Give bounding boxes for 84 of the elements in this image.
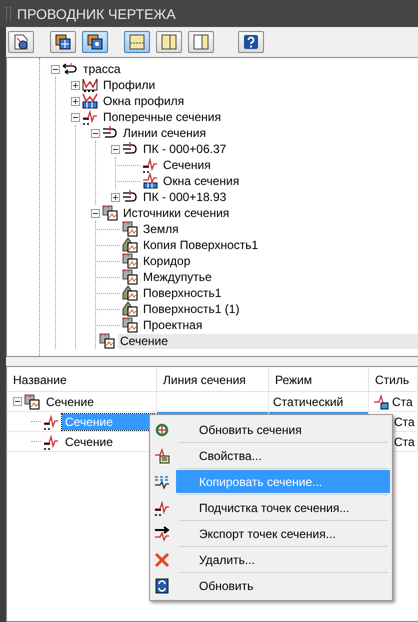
list-item[interactable]: Сечение: [62, 434, 116, 450]
horizontal-split-icon: [128, 34, 144, 50]
section-view-icon: [142, 173, 158, 189]
menu-item[interactable]: Экспорт точек сечения...: [176, 522, 390, 545]
tree-item[interactable]: Окна профиля: [101, 94, 186, 108]
column-header[interactable]: Линия сечения: [157, 369, 269, 391]
column-header[interactable]: Название: [7, 369, 157, 391]
section-icon: [82, 109, 98, 125]
source-icon: [122, 253, 138, 269]
table-cell: Ста: [392, 394, 413, 408]
drawing-icon: [12, 34, 28, 50]
tree-item[interactable]: Междупутье: [141, 270, 214, 284]
alignment-icon: [62, 61, 78, 77]
update-icon: [154, 578, 170, 594]
collapse-toggle[interactable]: [51, 64, 60, 74]
tree-item[interactable]: Проектная: [141, 318, 204, 332]
tree-item[interactable]: Копия Поверхность1: [141, 238, 260, 252]
delete-icon: [154, 552, 170, 568]
table-cell: Ста: [394, 414, 415, 428]
toolbar-button[interactable]: [82, 31, 108, 53]
column-header[interactable]: Режим: [269, 369, 369, 391]
windows-icon: [54, 34, 70, 50]
toolbar-button[interactable]: [238, 31, 264, 53]
collapse-toggle[interactable]: [13, 397, 22, 406]
collapse-toggle[interactable]: [91, 208, 100, 218]
menu-item[interactable]: Свойства...: [176, 444, 390, 467]
source-icon: [122, 221, 138, 237]
source-icon: [122, 269, 138, 285]
tree-item[interactable]: трасса: [81, 62, 123, 76]
tree-item[interactable]: Поперечные сечения: [101, 110, 223, 124]
windows-icon: [86, 34, 102, 50]
copy-icon: [154, 474, 170, 490]
help-icon: [242, 34, 258, 50]
expand-toggle[interactable]: [111, 192, 120, 202]
column-header[interactable]: Стиль: [369, 369, 418, 391]
expand-toggle[interactable]: [71, 96, 80, 106]
table-cell: Ста: [394, 434, 415, 448]
tree-item[interactable]: Сечения: [161, 158, 213, 172]
tree-item[interactable]: Сечение: [118, 334, 418, 348]
list-item[interactable]: Сечение: [43, 394, 97, 410]
section-icon: [142, 157, 158, 173]
collapse-toggle[interactable]: [71, 112, 80, 122]
source-icon: [99, 333, 115, 349]
tree-item[interactable]: Профили: [101, 78, 158, 92]
vertical-split-icon: [160, 34, 176, 50]
profile-icon: [82, 77, 98, 93]
toolbar-button[interactable]: [8, 31, 34, 53]
window-title: ПРОВОДНИК ЧЕРТЕЖА: [17, 6, 176, 22]
collapse-toggle[interactable]: [111, 144, 120, 154]
tree-item[interactable]: Земля: [141, 222, 181, 236]
menu-item[interactable]: Обновить: [176, 574, 390, 597]
menu-item[interactable]: Подчистка точек сечения...: [176, 496, 390, 519]
section-icon: [43, 434, 59, 450]
tree-item[interactable]: Поверхность1 (1): [141, 302, 242, 316]
collapse-toggle[interactable]: [91, 128, 100, 138]
menu-item[interactable]: Обновить сечения: [176, 418, 390, 441]
table-cell: Статический: [273, 394, 344, 408]
tree-item[interactable]: Источники сечения: [121, 206, 232, 220]
export-icon: [154, 526, 170, 542]
tree-item[interactable]: Линии сечения: [121, 126, 208, 140]
menu-item[interactable]: Удалить...: [176, 548, 390, 571]
tree-item[interactable]: Поверхность1: [141, 286, 224, 300]
source-icon: [102, 205, 118, 221]
tree-item[interactable]: Коридор: [141, 254, 192, 268]
surface-icon: [122, 285, 138, 301]
expand-toggle[interactable]: [71, 80, 80, 90]
grip-icon[interactable]: [6, 6, 11, 20]
toolbar-button[interactable]: [156, 31, 182, 53]
properties-icon: [154, 448, 170, 464]
tree-item[interactable]: ПК - 000+18.93: [141, 190, 228, 204]
surface-icon: [122, 301, 138, 317]
source-icon: [24, 394, 40, 410]
surface-icon: [122, 237, 138, 253]
section-icon: [43, 414, 59, 430]
tree-item[interactable]: Окна сечения: [161, 174, 242, 188]
section-icon: [154, 500, 170, 516]
refresh-icon: [154, 422, 170, 438]
tree-item[interactable]: ПК - 000+06.37: [141, 142, 228, 156]
toolbar-button[interactable]: [50, 31, 76, 53]
vertical-split-icon: [192, 34, 208, 50]
toolbar-button[interactable]: [124, 31, 150, 53]
profile-view-icon: [82, 93, 98, 109]
toolbar-button[interactable]: [188, 31, 214, 53]
source-icon: [122, 317, 138, 333]
